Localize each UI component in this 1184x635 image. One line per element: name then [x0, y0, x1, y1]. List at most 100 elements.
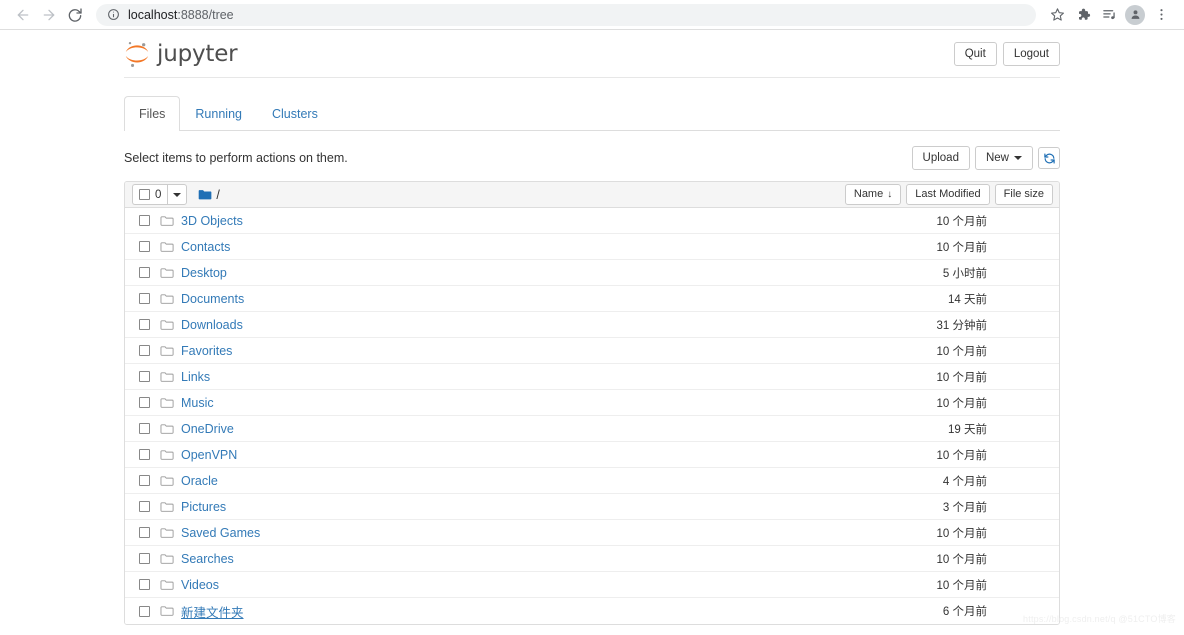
file-list: 0 / Name ↓ Last Modified File size 3D Ob… — [124, 181, 1060, 625]
row-checkbox[interactable] — [139, 449, 150, 460]
column-headers: Name ↓ Last Modified File size — [844, 184, 1053, 205]
file-name-link[interactable]: Desktop — [181, 266, 227, 280]
main-tabs: Files Running Clusters — [124, 96, 1060, 131]
table-row[interactable]: Links 10 个月前 — [125, 364, 1059, 390]
file-name-link[interactable]: 3D Objects — [181, 214, 243, 228]
row-checkbox[interactable] — [139, 527, 150, 538]
table-row[interactable]: Favorites 10 个月前 — [125, 338, 1059, 364]
selection-hint: Select items to perform actions on them. — [124, 151, 348, 165]
breadcrumb-root[interactable]: / — [216, 188, 219, 202]
profile-avatar-icon[interactable] — [1122, 2, 1148, 28]
table-row[interactable]: Desktop 5 小时前 — [125, 260, 1059, 286]
last-modified-value: 10 个月前 — [936, 215, 988, 228]
file-name-link[interactable]: Oracle — [181, 474, 218, 488]
file-name-link[interactable]: Documents — [181, 292, 244, 306]
row-checkbox[interactable] — [139, 579, 150, 590]
forward-button[interactable] — [36, 2, 62, 28]
table-row[interactable]: 3D Objects 10 个月前 — [125, 208, 1059, 234]
logout-button[interactable]: Logout — [1002, 41, 1060, 66]
header-buttons: Quit Logout — [953, 41, 1060, 66]
extensions-puzzle-icon[interactable] — [1070, 2, 1096, 28]
folder-icon — [160, 397, 174, 409]
folder-icon — [160, 267, 174, 279]
last-modified-value: 10 个月前 — [936, 241, 988, 254]
jupyter-logo-text: jupyter — [157, 40, 238, 67]
tab-running[interactable]: Running — [180, 96, 257, 131]
row-checkbox[interactable] — [139, 605, 150, 617]
selected-count: 0 — [155, 188, 162, 201]
watermark: https://blog.csdn.net/q @51CTO博客 — [1023, 614, 1176, 624]
select-all-checkbox[interactable] — [139, 189, 150, 200]
folder-icon[interactable] — [198, 189, 212, 201]
row-checkbox[interactable] — [139, 241, 150, 252]
tab-files[interactable]: Files — [124, 96, 181, 131]
sort-by-name-button[interactable]: Name ↓ — [844, 184, 902, 205]
tab-clusters[interactable]: Clusters — [257, 96, 333, 131]
selection-dropdown-button[interactable] — [167, 184, 188, 205]
row-checkbox[interactable] — [139, 501, 150, 512]
file-name-link[interactable]: 新建文件夹 — [181, 602, 244, 621]
refresh-button[interactable] — [1038, 147, 1060, 169]
last-modified-value: 3 个月前 — [942, 501, 987, 514]
file-name-link[interactable]: Links — [181, 370, 210, 384]
table-row[interactable]: Oracle 4 个月前 — [125, 468, 1059, 494]
file-name-link[interactable]: Favorites — [181, 344, 232, 358]
row-checkbox[interactable] — [139, 345, 150, 356]
file-name-link[interactable]: Videos — [181, 578, 219, 592]
table-row[interactable]: Documents 14 天前 — [125, 286, 1059, 312]
table-row[interactable]: Pictures 3 个月前 — [125, 494, 1059, 520]
reading-list-icon[interactable] — [1096, 2, 1122, 28]
file-name-link[interactable]: Downloads — [181, 318, 243, 332]
row-checkbox[interactable] — [139, 371, 150, 382]
bookmark-star-icon[interactable] — [1044, 2, 1070, 28]
table-row[interactable]: OneDrive 19 天前 — [125, 416, 1059, 442]
row-checkbox[interactable] — [139, 423, 150, 434]
row-checkbox[interactable] — [139, 215, 150, 226]
info-circle-icon[interactable] — [106, 8, 120, 22]
table-row[interactable]: OpenVPN 10 个月前 — [125, 442, 1059, 468]
new-dropdown-button[interactable]: New — [974, 146, 1033, 170]
file-name-link[interactable]: Contacts — [181, 240, 230, 254]
file-name-link[interactable]: Music — [181, 396, 214, 410]
row-checkbox[interactable] — [139, 293, 150, 304]
sort-by-last-modified-button[interactable]: Last Modified — [906, 184, 990, 205]
back-button[interactable] — [10, 2, 36, 28]
upload-button[interactable]: Upload — [911, 146, 970, 170]
table-row[interactable]: Saved Games 10 个月前 — [125, 520, 1059, 546]
jupyter-header: jupyter Quit Logout — [124, 30, 1060, 78]
row-checkbox[interactable] — [139, 267, 150, 278]
arrow-left-icon — [17, 9, 29, 20]
reload-button[interactable] — [62, 2, 88, 28]
last-modified-value: 31 分钟前 — [936, 319, 988, 332]
breadcrumb: / — [198, 188, 220, 202]
table-row[interactable]: Downloads 31 分钟前 — [125, 312, 1059, 338]
last-modified-value: 4 个月前 — [942, 475, 987, 488]
table-row[interactable]: Videos 10 个月前 — [125, 572, 1059, 598]
row-checkbox[interactable] — [139, 475, 150, 486]
file-name-link[interactable]: OneDrive — [181, 422, 234, 436]
chevron-down-icon — [173, 192, 182, 197]
more-menu-icon[interactable] — [1148, 2, 1174, 28]
row-checkbox[interactable] — [139, 553, 150, 564]
column-name-label: Name — [853, 188, 884, 200]
last-modified-value: 5 小时前 — [942, 267, 987, 280]
action-buttons: Upload New — [911, 146, 1060, 170]
quit-button[interactable]: Quit — [953, 41, 997, 66]
sort-by-file-size-button[interactable]: File size — [994, 184, 1053, 205]
file-name-link[interactable]: OpenVPN — [181, 448, 237, 462]
file-name-link[interactable]: Searches — [181, 552, 234, 566]
folder-icon — [160, 605, 174, 617]
table-row[interactable]: 新建文件夹 6 个月前 — [125, 598, 1059, 624]
table-row[interactable]: Contacts 10 个月前 — [125, 234, 1059, 260]
folder-icon — [160, 449, 174, 461]
browser-action-icons — [1044, 2, 1174, 28]
file-name-link[interactable]: Pictures — [181, 500, 226, 514]
file-name-link[interactable]: Saved Games — [181, 526, 260, 540]
table-row[interactable]: Searches 10 个月前 — [125, 546, 1059, 572]
jupyter-logo[interactable]: jupyter — [124, 40, 238, 68]
address-bar[interactable]: localhost:8888/tree — [96, 3, 1036, 26]
table-row[interactable]: Music 10 个月前 — [125, 390, 1059, 416]
row-checkbox[interactable] — [139, 319, 150, 330]
last-modified-value: 10 个月前 — [936, 553, 988, 566]
row-checkbox[interactable] — [139, 397, 150, 408]
